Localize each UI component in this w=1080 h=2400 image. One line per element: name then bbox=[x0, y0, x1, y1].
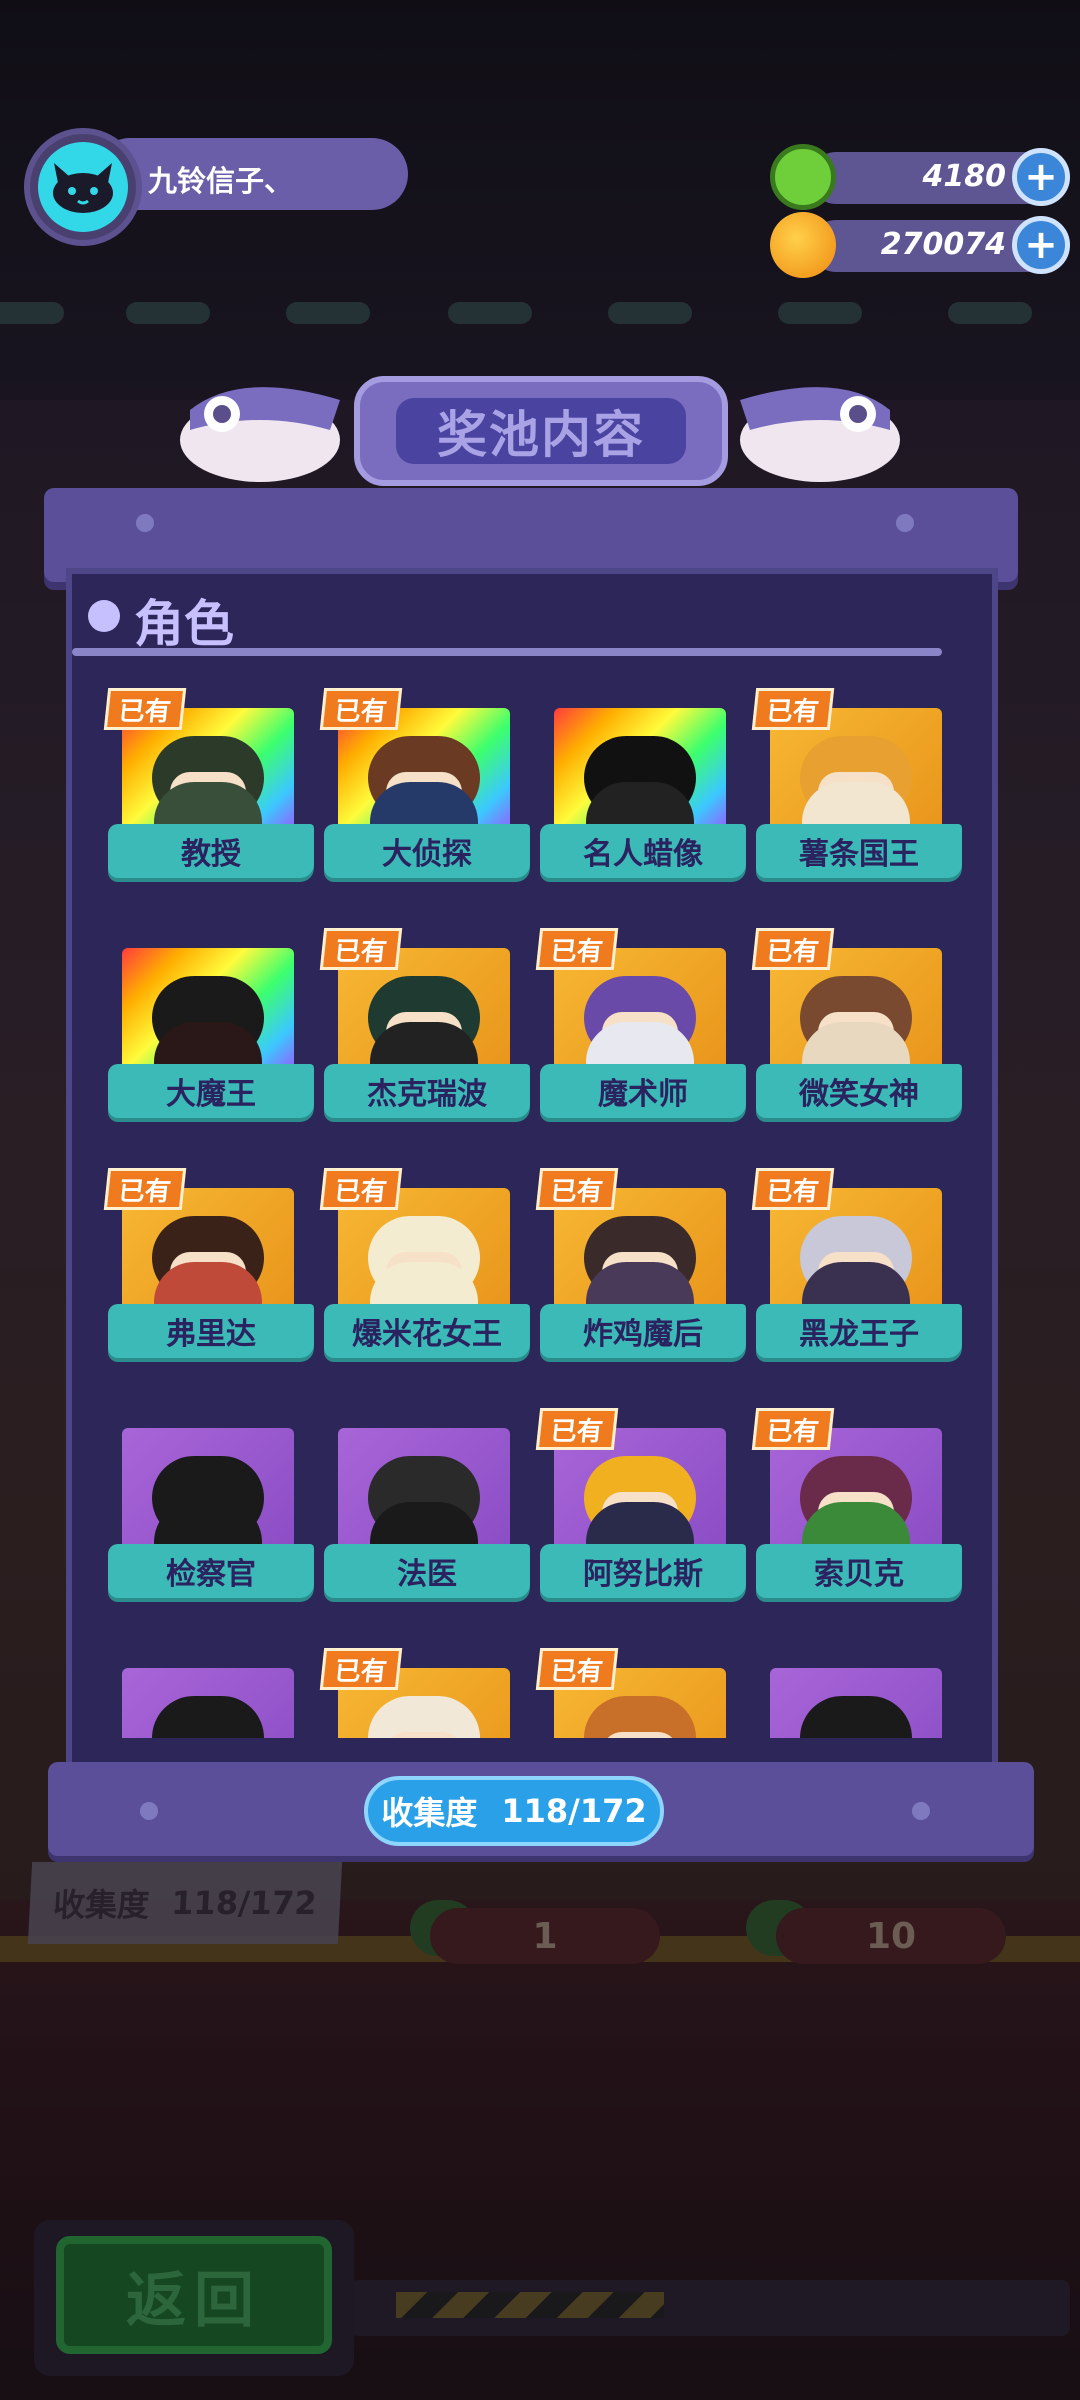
character-name: 薯条国王 bbox=[756, 824, 962, 878]
character-card[interactable] bbox=[108, 1648, 318, 1738]
character-name: 弗里达 bbox=[108, 1304, 314, 1358]
owned-badge: 已有 bbox=[535, 928, 619, 970]
character-name: 杰克瑞波 bbox=[324, 1064, 530, 1118]
character-card[interactable]: 索贝克 已有 bbox=[751, 1408, 966, 1632]
character-name: 阿努比斯 bbox=[540, 1544, 746, 1598]
owned-badge: 已有 bbox=[535, 1168, 619, 1210]
character-card[interactable]: 法医 bbox=[324, 1408, 534, 1632]
owned-badge: 已有 bbox=[319, 928, 403, 970]
add-cucumber-coin-button[interactable]: + bbox=[1012, 148, 1070, 206]
character-card[interactable]: 教授 已有 bbox=[103, 688, 318, 912]
character-card[interactable] bbox=[756, 1648, 966, 1738]
currency-cucumber: 4180 + bbox=[770, 144, 1070, 210]
panel-title: 奖池内容 bbox=[396, 398, 686, 464]
character-grid[interactable]: 教授 已有 大侦探 已有 名人蜡像 薯条国王 已有 大魔王 杰克瑞波 已有 魔术师 已有 微笑女神 已有弗… bbox=[72, 670, 992, 1738]
character-card[interactable]: 微笑女神 已有 bbox=[751, 928, 966, 1152]
character-card[interactable]: 大魔王 bbox=[108, 928, 318, 1152]
character-card[interactable]: 名人蜡像 bbox=[540, 688, 750, 912]
owned-badge: 已有 bbox=[319, 688, 403, 730]
owned-badge: 已有 bbox=[751, 928, 835, 970]
cucumber-coin-icon bbox=[770, 144, 836, 210]
character-card[interactable]: 检察官 bbox=[108, 1408, 318, 1632]
character-name: 魔术师 bbox=[540, 1064, 746, 1118]
cat-face-icon bbox=[38, 142, 128, 232]
character-card[interactable]: 弗里达 已有 bbox=[103, 1168, 318, 1392]
section-divider bbox=[72, 648, 942, 656]
character-name: 大侦探 bbox=[324, 824, 530, 878]
username: 九铃信子、 bbox=[148, 164, 294, 198]
character-name: 检察官 bbox=[108, 1544, 314, 1598]
owned-badge: 已有 bbox=[751, 1408, 835, 1450]
owned-badge: 已有 bbox=[535, 1408, 619, 1450]
fish-ornament-right bbox=[720, 370, 910, 490]
owned-badge: 已有 bbox=[103, 1168, 187, 1210]
fish-ornament-left bbox=[170, 370, 360, 490]
character-hair bbox=[800, 1696, 912, 1738]
character-card[interactable]: 薯条国王 已有 bbox=[751, 688, 966, 912]
character-card[interactable]: 已有 bbox=[535, 1648, 750, 1738]
owned-badge: 已有 bbox=[751, 1168, 835, 1210]
planet-coin-icon bbox=[770, 212, 836, 278]
character-portrait bbox=[770, 1668, 942, 1738]
section-bullet-icon bbox=[88, 600, 120, 632]
section-title: 角色 bbox=[134, 595, 234, 653]
currency-planet: 270074 + bbox=[770, 212, 1070, 278]
collection-progress-badge: 收集度 118/172 bbox=[364, 1776, 664, 1846]
character-name: 法医 bbox=[324, 1544, 530, 1598]
add-planet-coin-button[interactable]: + bbox=[1012, 216, 1070, 274]
player-profile[interactable]: 九铃信子、 bbox=[24, 128, 408, 246]
owned-badge: 已有 bbox=[103, 688, 187, 730]
owned-badge: 已有 bbox=[319, 1168, 403, 1210]
cucumber-coin-amount: 4180 bbox=[922, 159, 1007, 194]
character-card[interactable]: 黑龙王子 已有 bbox=[751, 1168, 966, 1392]
character-name: 微笑女神 bbox=[756, 1064, 962, 1118]
character-card[interactable]: 炸鸡魔后 已有 bbox=[535, 1168, 750, 1392]
character-portrait bbox=[122, 1668, 294, 1738]
character-name: 爆米花女王 bbox=[324, 1304, 530, 1358]
character-card[interactable]: 已有 bbox=[319, 1648, 534, 1738]
character-name: 黑龙王子 bbox=[756, 1304, 962, 1358]
character-name: 教授 bbox=[108, 824, 314, 878]
character-name: 索贝克 bbox=[756, 1544, 962, 1598]
character-name: 大魔王 bbox=[108, 1064, 314, 1118]
character-name: 炸鸡魔后 bbox=[540, 1304, 746, 1358]
character-card[interactable]: 爆米花女王 已有 bbox=[319, 1168, 534, 1392]
character-card[interactable]: 阿努比斯 已有 bbox=[535, 1408, 750, 1632]
panel-title-plate: 奖池内容 bbox=[354, 376, 728, 486]
character-card[interactable]: 大侦探 已有 bbox=[319, 688, 534, 912]
owned-badge: 已有 bbox=[751, 688, 835, 730]
collection-label: 收集度 bbox=[381, 1794, 478, 1832]
owned-badge: 已有 bbox=[319, 1648, 403, 1690]
owned-badge: 已有 bbox=[535, 1648, 619, 1690]
character-card[interactable]: 杰克瑞波 已有 bbox=[319, 928, 534, 1152]
planet-coin-amount: 270074 bbox=[880, 227, 1006, 262]
collection-value: 118/172 bbox=[501, 1792, 647, 1830]
character-name: 名人蜡像 bbox=[540, 824, 746, 878]
character-hair bbox=[152, 1696, 264, 1738]
character-card[interactable]: 魔术师 已有 bbox=[535, 928, 750, 1152]
